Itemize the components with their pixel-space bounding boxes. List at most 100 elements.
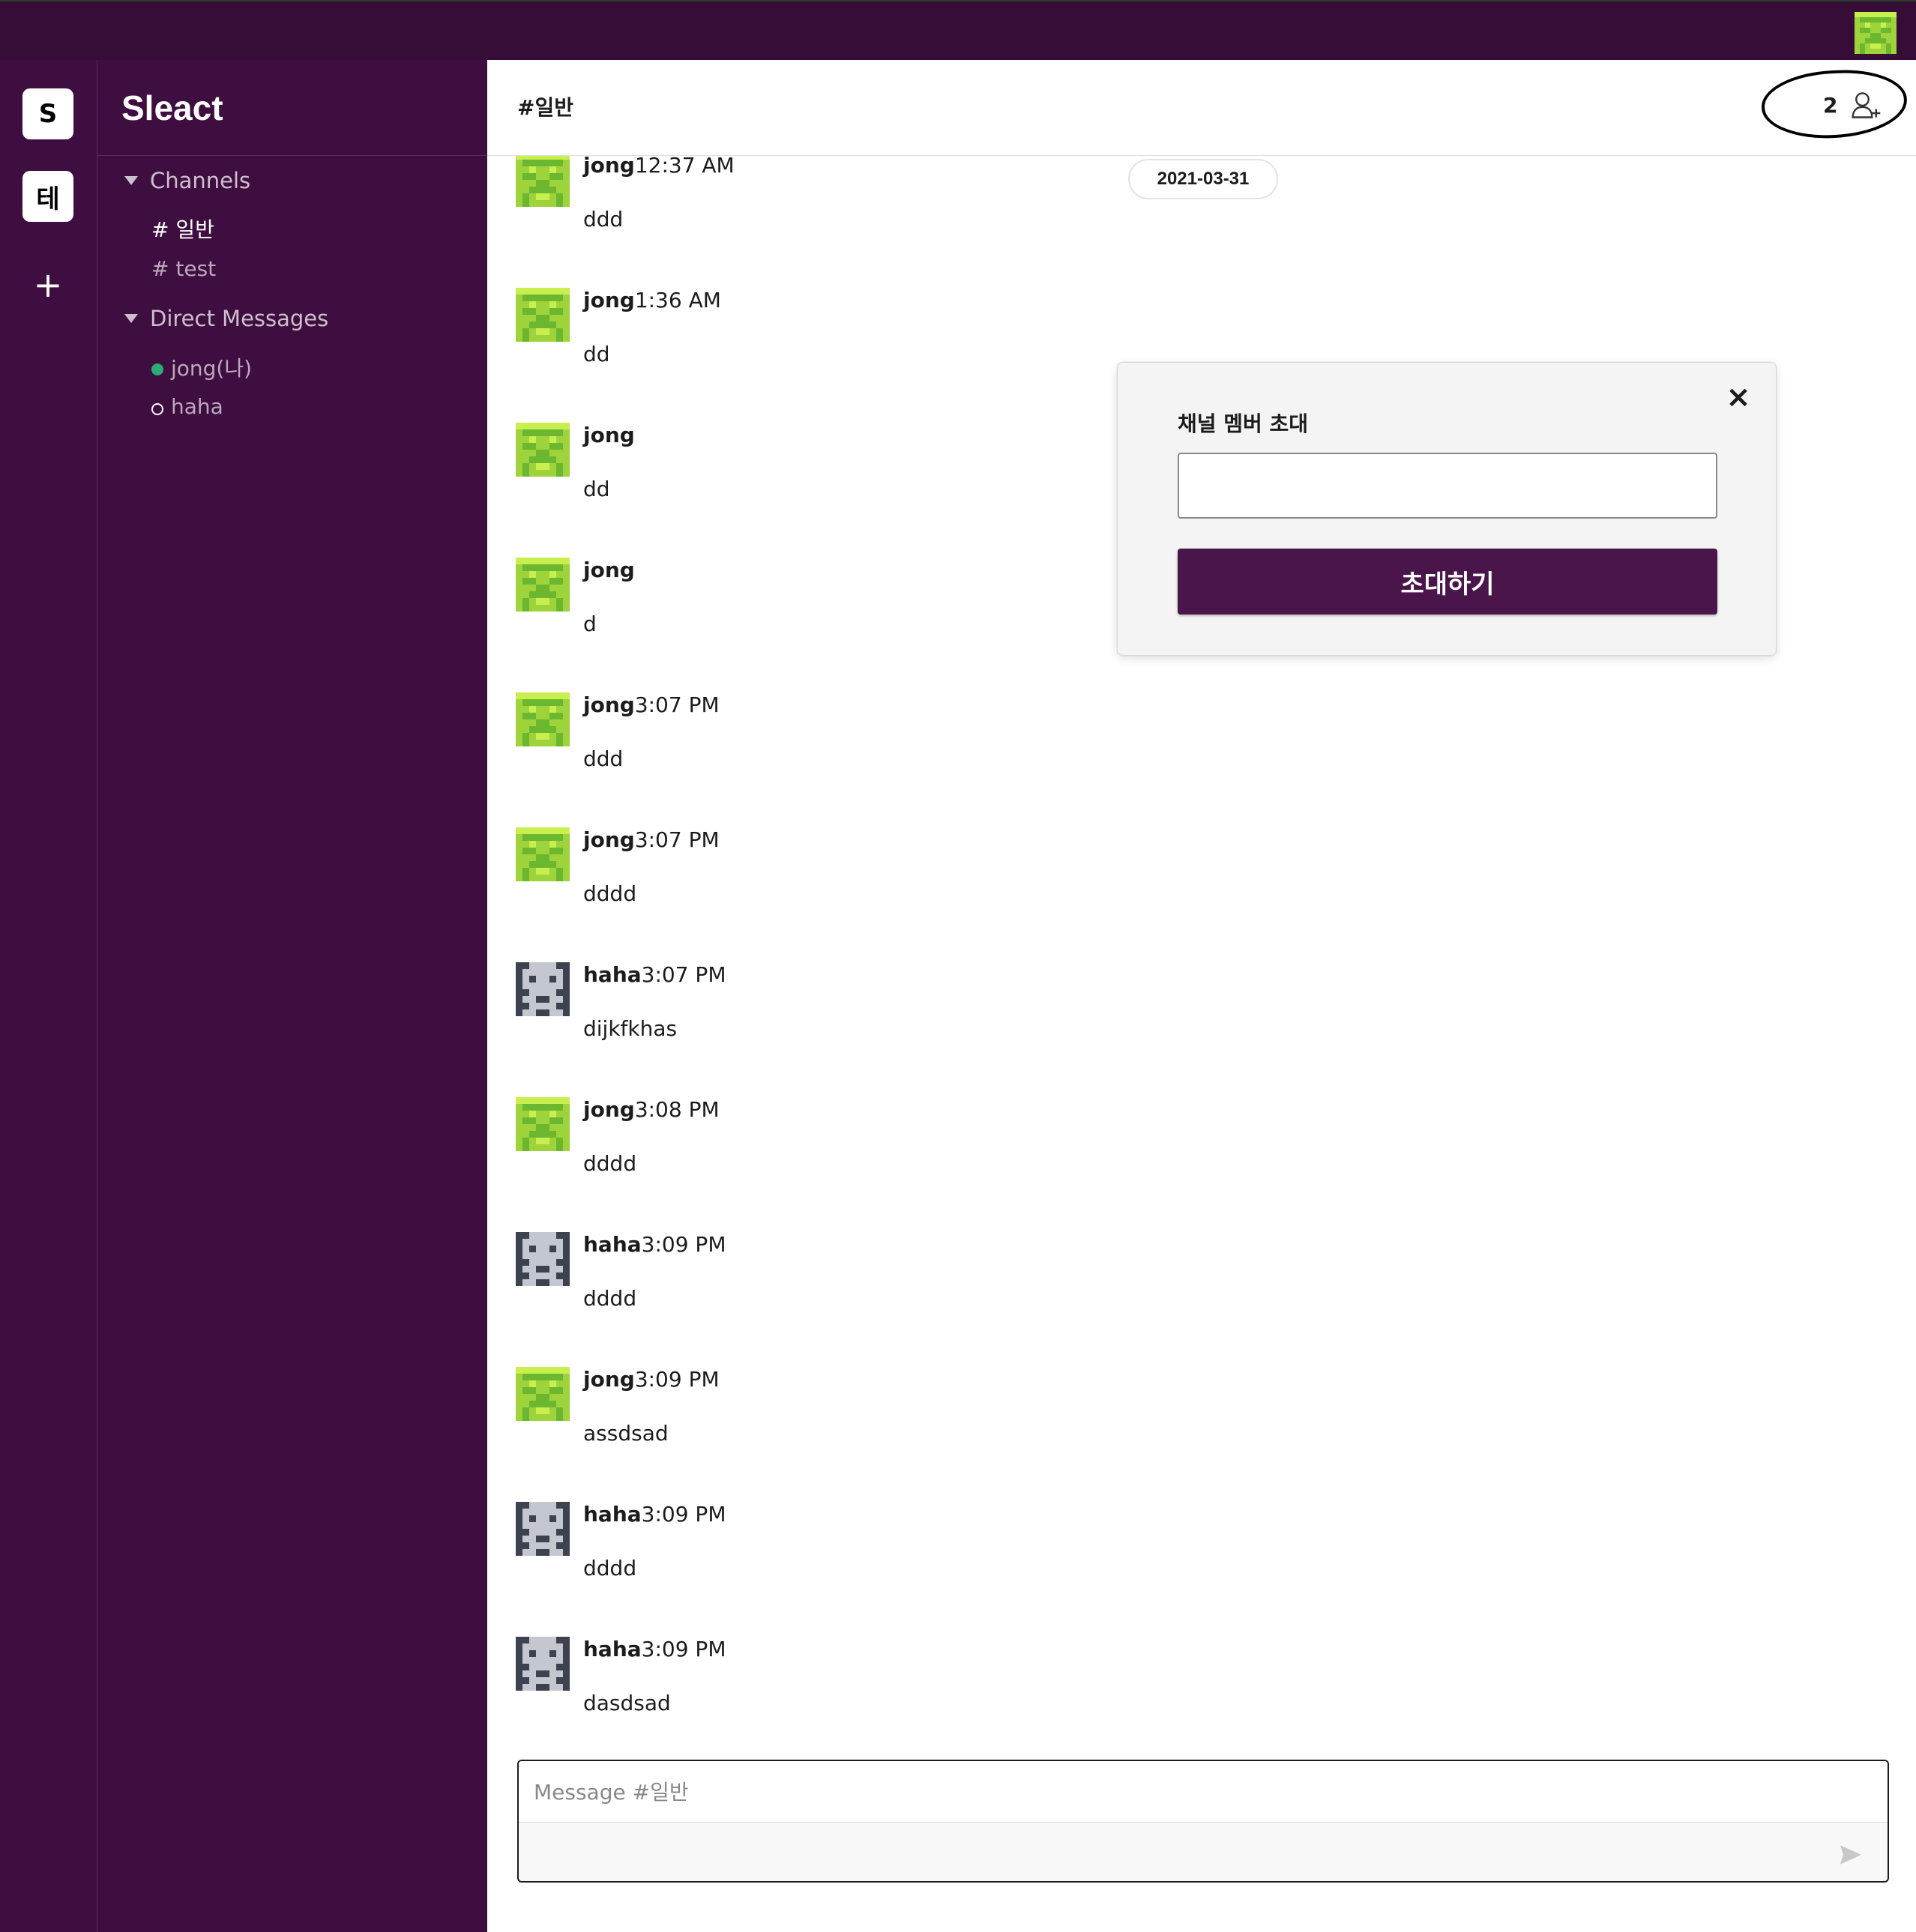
caret-down-icon xyxy=(124,314,138,323)
date-divider: 2021-03-31 xyxy=(1128,159,1278,199)
message-time: 1:36 AM xyxy=(634,288,721,313)
message-text: dddd xyxy=(583,1286,637,1311)
message-author: haha xyxy=(583,1502,642,1527)
add-member-icon[interactable] xyxy=(1850,88,1883,121)
message-author: jong xyxy=(583,1367,635,1392)
user-avatar xyxy=(516,1367,570,1421)
message-item: jong3:07 PM dddd xyxy=(516,827,1910,962)
message-time: 3:09 PM xyxy=(641,1232,726,1257)
message-author: jong xyxy=(583,827,635,852)
message-meta: haha3:09 PM xyxy=(583,1232,726,1257)
message-author: haha xyxy=(583,1637,642,1661)
message-time: 3:09 PM xyxy=(641,1502,726,1527)
message-meta: haha3:09 PM xyxy=(583,1637,726,1661)
message-text: ddd xyxy=(583,746,624,771)
sidebar-item-dm-haha[interactable]: haha xyxy=(151,394,223,419)
message-text: dd xyxy=(583,477,610,501)
channels-section-toggle[interactable]: Channels xyxy=(124,168,250,193)
workspace-button-s[interactable]: S xyxy=(22,88,73,139)
message-composer xyxy=(517,1760,1889,1883)
offline-status-icon xyxy=(151,402,163,415)
user-avatar xyxy=(516,692,570,746)
message-text: dd xyxy=(583,342,610,366)
channel-main: #일반 2 jong12:37 AM ddd jong1:36 AM dd jo… xyxy=(487,60,1916,1932)
user-avatar xyxy=(516,962,570,1016)
top-bar xyxy=(0,0,1916,60)
user-avatar xyxy=(516,156,570,207)
invite-member-modal: × 채널 멤버 초대 초대하기 xyxy=(1117,362,1777,656)
message-input[interactable] xyxy=(519,1761,1888,1823)
message-meta: haha3:07 PM xyxy=(583,962,726,987)
message-meta: jong xyxy=(583,558,635,582)
message-item: haha3:09 PM dasdsad xyxy=(516,1637,1910,1772)
message-author: jong xyxy=(583,1097,635,1122)
channel-title: #일반 xyxy=(517,95,573,120)
sidebar-item-channel-test[interactable]: # test xyxy=(151,256,216,281)
dm-label: haha xyxy=(171,394,223,419)
message-time: 3:07 PM xyxy=(634,827,720,852)
message-meta: jong3:08 PM xyxy=(583,1097,720,1122)
message-item: jong3:09 PM assdsad xyxy=(516,1367,1910,1502)
sidebar-item-channel-general[interactable]: # 일반 xyxy=(151,214,214,244)
invite-button[interactable]: 초대하기 xyxy=(1178,549,1717,615)
message-item: haha3:09 PM dddd xyxy=(516,1502,1910,1637)
dm-label: jong(나) xyxy=(171,356,253,381)
message-time: 3:07 PM xyxy=(641,962,726,987)
workspace-button-te[interactable]: 테 xyxy=(22,171,73,222)
user-avatar xyxy=(516,288,570,342)
channel-sidebar: Sleact Channels # 일반 # test Direct Messa… xyxy=(97,60,487,1932)
message-text: dddd xyxy=(583,1556,637,1581)
message-author: jong xyxy=(583,156,635,178)
message-text: assdsad xyxy=(583,1421,669,1446)
message-author: jong xyxy=(583,558,635,582)
message-meta: jong xyxy=(583,423,635,447)
send-icon[interactable] xyxy=(1838,1842,1864,1868)
message-text: dddd xyxy=(583,1151,637,1176)
message-text: ddd xyxy=(583,207,624,232)
message-text: dijkfkhas xyxy=(583,1016,678,1041)
channel-header: #일반 2 xyxy=(487,60,1916,156)
user-avatar xyxy=(516,1502,570,1556)
dm-section-label: Direct Messages xyxy=(150,306,329,331)
workspace-name[interactable]: Sleact xyxy=(97,60,487,156)
close-icon[interactable]: × xyxy=(1723,382,1753,412)
message-item: jong3:08 PM dddd xyxy=(516,1097,1910,1232)
message-time: 3:08 PM xyxy=(634,1097,720,1122)
message-time: 3:09 PM xyxy=(641,1637,726,1661)
message-time: 12:37 AM xyxy=(634,156,735,178)
message-text: d xyxy=(583,612,597,636)
message-text: dddd xyxy=(583,881,637,906)
sidebar-item-dm-jong[interactable]: jong(나) xyxy=(151,352,252,382)
user-avatar xyxy=(516,1637,570,1691)
member-count[interactable]: 2 xyxy=(1823,93,1837,118)
message-item: jong3:07 PM ddd xyxy=(516,692,1910,827)
message-meta: jong1:36 AM xyxy=(583,288,721,313)
message-author: haha xyxy=(583,1232,642,1257)
add-workspace-button[interactable]: + xyxy=(22,259,73,310)
message-meta: jong12:37 AM xyxy=(583,156,735,178)
message-author: jong xyxy=(583,288,635,313)
message-author: jong xyxy=(583,692,635,717)
message-meta: haha3:09 PM xyxy=(583,1502,726,1527)
message-time: 3:09 PM xyxy=(634,1367,720,1392)
message-text: dasdsad xyxy=(583,1691,671,1715)
user-avatar xyxy=(516,558,570,612)
message-item: haha3:09 PM dddd xyxy=(516,1232,1910,1367)
message-author: jong xyxy=(583,423,635,447)
user-avatar xyxy=(516,1232,570,1286)
message-author: haha xyxy=(583,962,642,987)
workspace-rail: S 테 + xyxy=(0,60,97,1932)
online-status-icon xyxy=(151,363,163,375)
message-meta: jong3:07 PM xyxy=(583,827,720,852)
dm-section-toggle[interactable]: Direct Messages xyxy=(124,306,328,331)
message-meta: jong3:07 PM xyxy=(583,692,720,717)
user-avatar xyxy=(516,1097,570,1151)
caret-down-icon xyxy=(124,176,138,185)
invite-label: 채널 멤버 초대 xyxy=(1178,411,1309,436)
message-meta: jong3:09 PM xyxy=(583,1367,720,1392)
message-time: 3:07 PM xyxy=(634,692,720,717)
channels-section-label: Channels xyxy=(150,168,251,193)
user-avatar xyxy=(516,423,570,477)
profile-avatar[interactable] xyxy=(1855,12,1897,54)
invite-member-input[interactable] xyxy=(1178,453,1717,519)
